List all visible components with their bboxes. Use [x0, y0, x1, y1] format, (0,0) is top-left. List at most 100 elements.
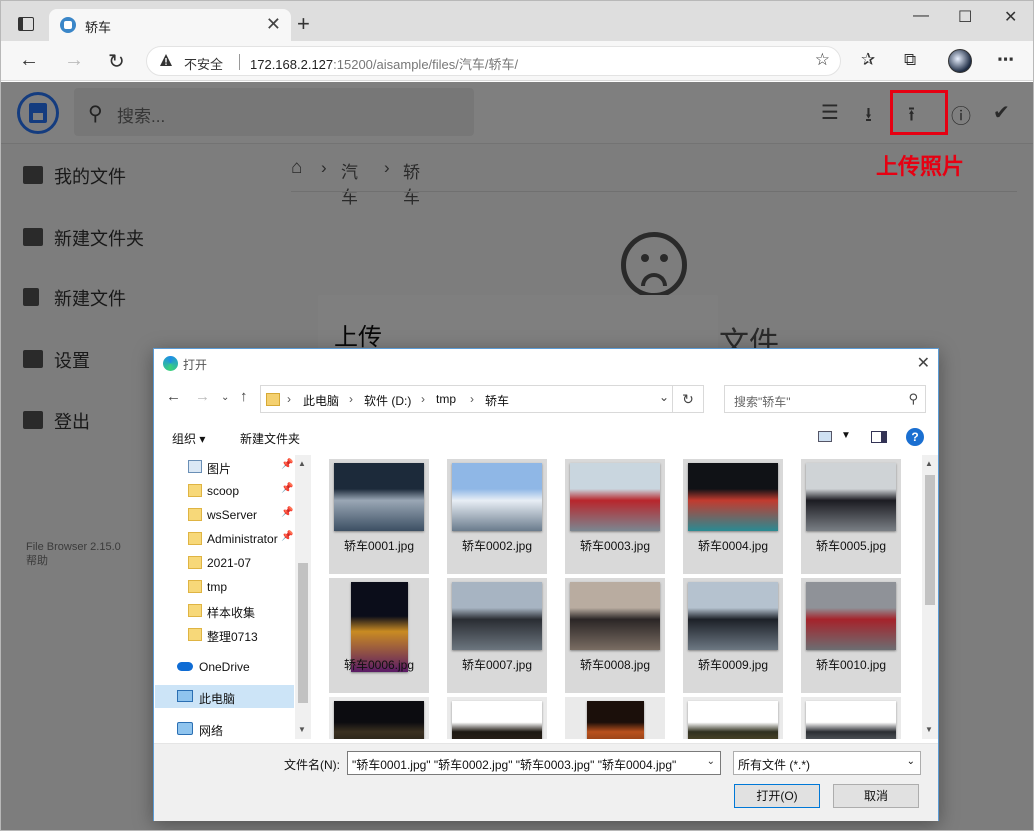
- file-name-label: 轿车0002.jpg: [461, 539, 533, 553]
- path-item[interactable]: 轿车: [485, 392, 509, 409]
- chevron-down-icon: ⌄: [906, 756, 915, 767]
- file-thumbnail[interactable]: 轿车0009.jpg: [683, 578, 783, 693]
- close-dialog-icon[interactable]: ✕: [917, 353, 930, 373]
- file-grid: 轿车0001.jpg 轿车0002.jpg 轿车0003.jpg 轿车0004.jpg…: [312, 455, 922, 739]
- file-thumbnail[interactable]: [447, 697, 547, 739]
- back-icon[interactable]: ←: [19, 49, 39, 72]
- chevron-down-icon[interactable]: ▼: [841, 430, 851, 441]
- file-name-label: 轿车0003.jpg: [579, 539, 651, 553]
- file-thumbnail[interactable]: [683, 697, 783, 739]
- close-window-icon[interactable]: ✕: [1004, 7, 1017, 27]
- file-thumbnail[interactable]: 轿车0005.jpg: [801, 459, 901, 574]
- tree-scrollbar[interactable]: ▲ ▼: [295, 455, 311, 739]
- scroll-down-icon[interactable]: ▼: [925, 725, 933, 734]
- scroll-up-icon[interactable]: ▲: [925, 459, 933, 468]
- path-bar[interactable]: › 此电脑 › 软件 (D:) › tmp › 轿车 ⌄ ↻: [260, 385, 704, 413]
- scroll-down-icon[interactable]: ▼: [298, 725, 306, 734]
- path-item[interactable]: 软件 (D:): [364, 392, 411, 409]
- dialog-search-input[interactable]: 搜索"轿车" ⚲: [724, 385, 926, 413]
- forward-icon[interactable]: →: [195, 388, 210, 405]
- file-thumbnail[interactable]: 轿车0007.jpg: [447, 578, 547, 693]
- chevron-down-icon[interactable]: ⌄: [707, 756, 715, 767]
- tree-item-network[interactable]: 网络: [155, 717, 295, 739]
- file-thumbnail[interactable]: 轿车0004.jpg: [683, 459, 783, 574]
- tree-item[interactable]: 图片 📌: [155, 455, 295, 478]
- tree-item[interactable]: scoop 📌: [155, 479, 295, 502]
- help-icon[interactable]: ?: [906, 428, 924, 446]
- file-thumbnail[interactable]: 轿车0001.jpg: [329, 459, 429, 574]
- tree-item-onedrive[interactable]: OneDrive: [155, 655, 295, 678]
- pictures-icon: [188, 460, 202, 473]
- scrollbar-thumb[interactable]: [298, 563, 308, 703]
- tree-item[interactable]: tmp: [155, 575, 295, 598]
- url-bar[interactable]: 不安全 172.168.2.127:15200/aisample/files/汽…: [146, 46, 841, 76]
- file-type-select[interactable]: 所有文件 (*.*) ⌄: [733, 751, 921, 775]
- image-preview: [587, 701, 644, 739]
- add-favorite-icon[interactable]: ☆: [815, 50, 830, 70]
- scroll-up-icon[interactable]: ▲: [298, 459, 306, 468]
- tree-item-label: 图片: [207, 462, 232, 476]
- recent-dropdown-icon[interactable]: ⌄: [221, 392, 229, 403]
- close-tab-button[interactable]: ✕: [266, 14, 281, 35]
- tree-item[interactable]: wsServer 📌: [155, 503, 295, 526]
- profile-avatar[interactable]: [948, 49, 972, 73]
- scrollbar-thumb[interactable]: [925, 475, 935, 605]
- file-name-label: 轿车0008.jpg: [579, 658, 651, 672]
- image-preview: [452, 582, 542, 650]
- file-thumbnail[interactable]: 轿车0010.jpg: [801, 578, 901, 693]
- dialog-toolbar: 组织 ▾ 新建文件夹 ▼ ?: [154, 423, 938, 451]
- tree-item-this-pc[interactable]: 此电脑: [155, 685, 294, 708]
- new-folder-button[interactable]: 新建文件夹: [240, 430, 300, 447]
- favorites-icon[interactable]: ✰: [861, 50, 875, 70]
- path-item[interactable]: tmp: [436, 392, 456, 406]
- forward-icon[interactable]: →: [64, 49, 84, 72]
- refresh-icon[interactable]: ↻: [108, 49, 125, 74]
- image-preview: [806, 701, 896, 739]
- image-preview: [806, 582, 896, 650]
- preview-pane-icon[interactable]: [871, 431, 887, 443]
- refresh-icon[interactable]: ↻: [672, 386, 703, 412]
- new-tab-button[interactable]: +: [297, 11, 310, 37]
- tree-item-label: tmp: [207, 580, 228, 594]
- more-menu-icon[interactable]: ⋯: [997, 50, 1014, 70]
- url-path: /aisample/files/汽车/轿车/: [372, 57, 519, 72]
- file-thumbnail[interactable]: [329, 697, 429, 739]
- maximize-icon[interactable]: ☐: [958, 7, 972, 27]
- filename-value: "轿车0001.jpg" "轿车0002.jpg" "轿车0003.jpg" "…: [352, 758, 677, 772]
- chevron-down-icon[interactable]: ⌄: [659, 390, 669, 404]
- filename-input[interactable]: "轿车0001.jpg" "轿车0002.jpg" "轿车0003.jpg" "…: [347, 751, 721, 775]
- file-thumbnail[interactable]: [801, 697, 901, 739]
- minimize-icon[interactable]: —: [913, 7, 929, 25]
- up-icon[interactable]: ↑: [240, 388, 248, 405]
- cancel-button[interactable]: 取消: [833, 784, 919, 808]
- tree-item-label: 2021-07: [207, 556, 252, 570]
- file-scrollbar[interactable]: ▲ ▼: [922, 455, 938, 739]
- url-separator: [239, 54, 240, 70]
- pin-icon: 📌: [281, 531, 294, 542]
- organize-menu[interactable]: 组织 ▾: [172, 430, 205, 447]
- tree-item[interactable]: 2021-07: [155, 551, 295, 574]
- tree-item[interactable]: Administrator 📌: [155, 527, 295, 550]
- file-thumbnail[interactable]: 轿车0002.jpg: [447, 459, 547, 574]
- back-icon[interactable]: ←: [166, 388, 181, 405]
- file-thumbnail[interactable]: 轿车0006.jpg: [329, 578, 429, 693]
- file-name-label: 轿车0006.jpg: [343, 658, 415, 672]
- tree-item[interactable]: 整理0713: [155, 623, 295, 646]
- tree-item-label: OneDrive: [199, 660, 250, 674]
- filename-label: 文件名(N):: [284, 758, 340, 772]
- file-thumbnail[interactable]: [565, 697, 665, 739]
- file-thumbnail[interactable]: 轿车0003.jpg: [565, 459, 665, 574]
- open-button[interactable]: 打开(O): [734, 784, 820, 808]
- tree-item[interactable]: 样本收集: [155, 599, 295, 622]
- tree-item-label: Administrator: [207, 532, 278, 546]
- path-item[interactable]: 此电脑: [303, 392, 339, 409]
- tab-actions-icon[interactable]: [18, 17, 34, 31]
- collections-icon[interactable]: ⧉: [904, 50, 916, 70]
- image-preview: [688, 463, 778, 531]
- file-thumbnail[interactable]: 轿车0008.jpg: [565, 578, 665, 693]
- browser-tab[interactable]: 轿车 ✕: [49, 9, 291, 41]
- file-name-label: 轿车0007.jpg: [461, 658, 533, 672]
- computer-icon: [177, 690, 193, 702]
- pin-icon: 📌: [281, 507, 294, 518]
- view-mode-icon[interactable]: [818, 431, 832, 442]
